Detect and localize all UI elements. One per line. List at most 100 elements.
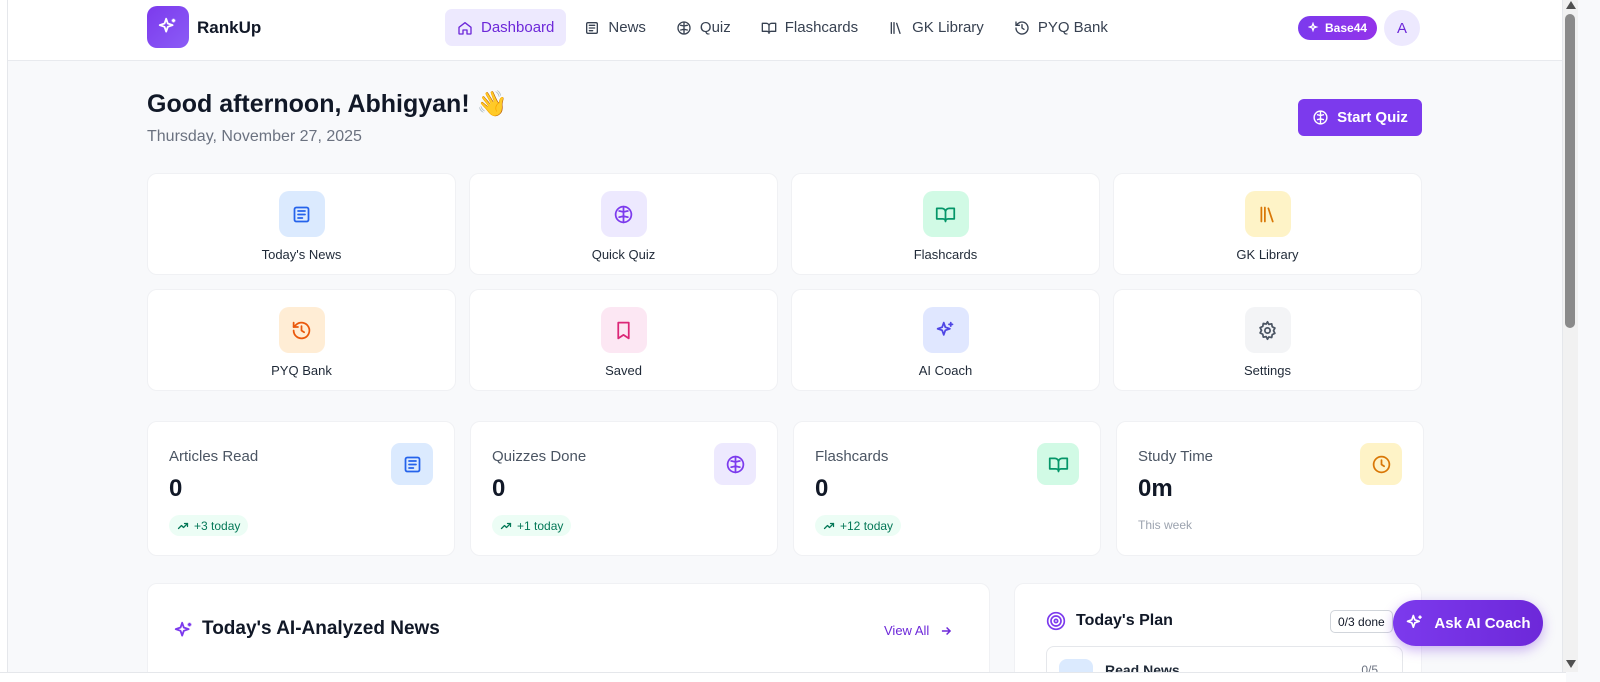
stat-delta-label: +1 today xyxy=(517,518,564,533)
plan-task-count: 0/5 xyxy=(1361,663,1378,672)
quick-action-label: Saved xyxy=(605,363,642,378)
tile-icon-box xyxy=(1244,191,1291,237)
gear-icon xyxy=(1259,320,1276,340)
brain-icon xyxy=(726,455,744,473)
stat-delta-label: +3 today xyxy=(194,518,241,533)
tile-icon-box xyxy=(1244,307,1291,353)
plan-task-row[interactable]: Read News 0/5 xyxy=(1046,646,1403,672)
stat-card-study-time: Study Time 0m This week xyxy=(1116,421,1424,556)
user-avatar[interactable]: A xyxy=(1384,10,1420,46)
window-bottom-edge xyxy=(0,672,1566,682)
ask-ai-coach-button[interactable]: Ask AI Coach xyxy=(1393,600,1543,646)
quick-action-settings[interactable]: Settings xyxy=(1113,289,1422,391)
trend-up-icon xyxy=(177,522,189,529)
sparkles-icon xyxy=(1308,22,1319,33)
quick-action-label: PYQ Bank xyxy=(271,363,332,378)
main-nav: Dashboard News Quiz Flashcards GK Library PYQ… xyxy=(445,9,1120,46)
book-open-icon xyxy=(761,22,777,34)
stat-subtitle: This week xyxy=(1138,518,1193,532)
stat-value: 0 xyxy=(815,475,829,502)
quick-action-label: AI Coach xyxy=(918,363,973,378)
newspaper-icon xyxy=(404,456,420,472)
stats-row: Articles Read 0 +3 today Quizzes Done 0 +… xyxy=(147,421,1424,556)
quick-action-flashcards[interactable]: Flashcards xyxy=(791,173,1100,275)
tile-icon-box xyxy=(600,307,647,353)
stat-label: Articles Read xyxy=(169,448,259,465)
start-quiz-label: Start Quiz xyxy=(1337,109,1408,126)
newspaper-icon xyxy=(293,206,310,222)
nav-item-label: PYQ Bank xyxy=(1037,19,1108,36)
quick-action-pyq-bank[interactable]: PYQ Bank xyxy=(147,289,456,391)
stat-label: Study Time xyxy=(1138,448,1214,465)
brain-icon xyxy=(614,205,633,223)
nav-item-news[interactable]: News xyxy=(572,9,658,46)
book-open-icon xyxy=(935,207,956,222)
quick-action-label: GK Library xyxy=(1236,247,1299,262)
plan-badge[interactable]: Base44 xyxy=(1298,16,1378,40)
nav-item-flashcards[interactable]: Flashcards xyxy=(749,9,870,46)
view-all-link[interactable]: View All xyxy=(884,623,953,638)
tile-icon-box xyxy=(278,307,325,353)
tile-icon-box xyxy=(278,191,325,237)
nav-item-label: News xyxy=(608,19,646,36)
vertical-scrollbar[interactable] xyxy=(1563,0,1578,672)
news-panel: Today's AI-Analyzed News View All xyxy=(147,583,990,672)
quick-action-quick-quiz[interactable]: Quick Quiz xyxy=(469,173,778,275)
scroll-up-arrow[interactable] xyxy=(1566,1,1576,9)
bookmark-icon xyxy=(617,321,630,339)
plan-panel-title: Today's Plan xyxy=(1076,612,1173,629)
scroll-down-arrow[interactable] xyxy=(1566,660,1576,668)
newspaper-icon xyxy=(1059,659,1093,672)
stat-delta-label: +12 today xyxy=(840,518,894,533)
quick-action-label: Flashcards xyxy=(913,247,978,262)
ask-ai-coach-label: Ask AI Coach xyxy=(1434,614,1531,632)
arrow-right-icon xyxy=(942,626,952,635)
trend-up-icon xyxy=(500,522,512,529)
home-icon xyxy=(458,21,472,35)
app-frame: RankUp Dashboard News Quiz Flashcards GK Lib… xyxy=(8,0,1563,672)
stat-value: 0m xyxy=(1138,475,1173,502)
stat-delta-badge: +3 today xyxy=(169,515,249,536)
quick-actions-grid: Today's News Quick Quiz Flashcards GK Li… xyxy=(147,173,1423,391)
stat-label: Flashcards xyxy=(815,448,889,465)
quick-action-saved[interactable]: Saved xyxy=(469,289,778,391)
nav-item-gk-library[interactable]: GK Library xyxy=(876,9,996,46)
news-panel-title: Today's AI-Analyzed News xyxy=(202,618,440,639)
start-quiz-button[interactable]: Start Quiz xyxy=(1298,99,1422,136)
stat-card-quizzes-done: Quizzes Done 0 +1 today xyxy=(470,421,778,556)
stat-value: 0 xyxy=(169,475,183,502)
nav-item-dashboard[interactable]: Dashboard xyxy=(445,9,567,46)
stat-icon-box xyxy=(1037,443,1079,485)
stat-value: 0 xyxy=(492,475,506,502)
nav-item-quiz[interactable]: Quiz xyxy=(664,9,743,46)
plan-panel: Today's Plan 0/3 done Read News 0/5 xyxy=(1014,583,1422,672)
nav-item-label: GK Library xyxy=(912,19,984,36)
nav-item-pyq-bank[interactable]: PYQ Bank xyxy=(1002,9,1120,46)
history-icon xyxy=(1015,20,1029,35)
stat-label: Quizzes Done xyxy=(492,448,587,465)
quick-action-label: Quick Quiz xyxy=(591,247,656,262)
tile-icon-box xyxy=(922,307,969,353)
book-open-icon xyxy=(1048,457,1068,472)
stat-card-articles-read: Articles Read 0 +3 today xyxy=(147,421,455,556)
scrollbar-thumb[interactable] xyxy=(1565,14,1575,328)
nav-item-label: Flashcards xyxy=(784,19,859,36)
plan-progress-badge: 0/3 done xyxy=(1330,610,1393,633)
sparkles-icon xyxy=(1407,614,1423,628)
quick-action-today-s-news[interactable]: Today's News xyxy=(147,173,456,275)
current-date: Thursday, November 27, 2025 xyxy=(147,128,362,145)
brain-icon xyxy=(677,20,691,35)
brand-name[interactable]: RankUp xyxy=(197,18,261,38)
stat-icon-box xyxy=(391,443,433,485)
target-icon xyxy=(1046,611,1066,631)
brand-logo[interactable] xyxy=(147,6,189,48)
clock-icon xyxy=(1372,455,1390,473)
quick-action-label: Settings xyxy=(1244,363,1291,378)
sparkles-icon xyxy=(158,17,176,33)
tile-icon-box xyxy=(600,191,647,237)
trend-up-icon xyxy=(823,522,835,529)
quick-action-ai-coach[interactable]: AI Coach xyxy=(791,289,1100,391)
nav-item-label: Quiz xyxy=(699,19,731,36)
stat-delta-badge: +12 today xyxy=(815,515,902,536)
quick-action-gk-library[interactable]: GK Library xyxy=(1113,173,1422,275)
